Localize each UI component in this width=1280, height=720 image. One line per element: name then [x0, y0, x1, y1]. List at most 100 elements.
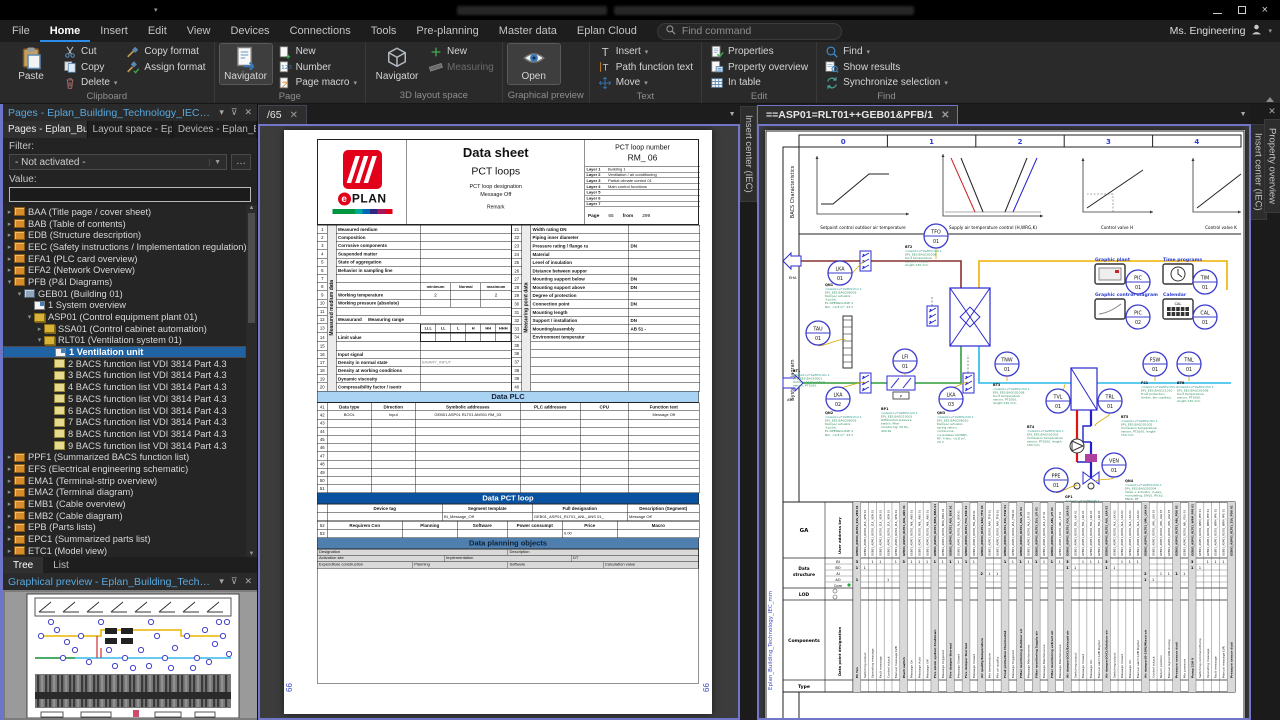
tree-item[interactable]: ▸EFA2 (Network Overview)	[3, 264, 246, 276]
tree-item[interactable]: ▾RLT01 (Ventilation system 01)	[3, 335, 246, 347]
user-account[interactable]: Ms. Engineering ▾	[1170, 20, 1280, 42]
tree-item[interactable]: ▸EMB1 (Cable overview)	[3, 498, 246, 510]
tree-item[interactable]: ▸EPB (Parts lists)	[3, 522, 246, 534]
ribbon-tab-connections[interactable]: Connections	[280, 20, 361, 42]
expanded-icon[interactable]: ▾	[35, 336, 44, 344]
pin-icon[interactable]: ⊽	[231, 107, 238, 118]
tree-item[interactable]: ▸SSA01 (Control cabinet automation)	[3, 323, 246, 335]
pages-panel-header[interactable]: Pages - Eplan_Building_Technology_IEC_mm…	[3, 104, 257, 121]
paste-button[interactable]: Paste	[5, 44, 57, 84]
in-table-button[interactable]: In table	[707, 75, 811, 91]
find-button[interactable]: Find▾	[822, 44, 951, 60]
path-function-text-button[interactable]: TPath function text	[595, 60, 696, 76]
tree-item[interactable]: ▸BAB (Table of contents)	[3, 218, 246, 230]
property-overview-button[interactable]: Property overview	[707, 60, 811, 76]
collapsed-icon[interactable]: ▸	[5, 547, 14, 555]
filter-more-button[interactable]: …	[231, 154, 251, 170]
tree-item[interactable]: ▸ETC1 (Model view)	[3, 545, 246, 557]
move-button[interactable]: Move▾	[595, 75, 696, 91]
collapsed-icon[interactable]: ▸	[5, 220, 14, 228]
copy-format-button[interactable]: Copy format	[123, 44, 208, 60]
bacs-circle[interactable]: TFO01	[924, 224, 948, 248]
bacs-circle[interactable]: LKA02	[826, 387, 850, 411]
bacs-circle[interactable]: PIC02	[1126, 305, 1150, 329]
tree-item[interactable]: ▸EMB2 (Cable diagram)	[3, 510, 246, 522]
ribbon-tab-eplan-cloud[interactable]: Eplan Cloud	[567, 20, 647, 42]
collapsed-icon[interactable]: ▸	[5, 255, 14, 263]
ribbon-tab-edit[interactable]: Edit	[138, 20, 177, 42]
collapsed-icon[interactable]: ▸	[5, 208, 14, 216]
open-doc-icon[interactable]	[27, 3, 42, 18]
show-results-button[interactable]: Show results	[822, 60, 951, 76]
tree-scrollbar[interactable]: ▲ ▼	[246, 205, 257, 557]
collapsed-icon[interactable]: ▸	[5, 453, 14, 461]
tab-tree[interactable]: Tree	[3, 557, 43, 573]
expanded-icon[interactable]: ▾	[25, 313, 34, 321]
tab-pages[interactable]: Pages - Eplan_Buildin...	[3, 121, 88, 138]
tree-item[interactable]: ▸PPF1 (Summarized BACS function list)	[3, 451, 246, 463]
collapsed-icon[interactable]: ▸	[5, 488, 14, 496]
diagram-viewport[interactable]: Eplan_Building_Technology_IEC_mm01234BAC…	[757, 124, 1251, 720]
tree-item[interactable]: ▾GEB01 (Building 01)	[3, 288, 246, 300]
tab-layout-space[interactable]: Layout space - Eplan_...	[88, 121, 173, 138]
tree-item[interactable]: 1 System overview	[3, 300, 246, 312]
tree-item[interactable]: ▸BAA (Title page / cover sheet)	[3, 206, 246, 218]
scrollbar-thumb[interactable]	[248, 213, 255, 323]
bacs-circle[interactable]: LKA01	[828, 261, 852, 285]
value-input[interactable]	[9, 187, 251, 202]
diagram-doc-tab[interactable]: ==ASP01=RLT01++GEB01&PFB/1 ✕	[757, 105, 958, 124]
copy-button[interactable]: Copy	[60, 60, 120, 76]
tree-item[interactable]: ▸EDB (Structure description)	[3, 229, 246, 241]
redo-icon[interactable]	[111, 3, 126, 18]
cut-button[interactable]: Cut	[60, 44, 120, 60]
tree-item[interactable]: ▸EFS (Electrical engineering schematic)	[3, 463, 246, 475]
delete-button[interactable]: Delete▾	[60, 75, 120, 91]
navigator-button[interactable]: Navigator	[220, 44, 272, 84]
tree-item[interactable]: ▾PFB (P&I Diagrams)	[3, 276, 246, 288]
collapsed-icon[interactable]: ▸	[5, 523, 14, 531]
ribbon-tab-insert[interactable]: Insert	[90, 20, 138, 42]
close-icon[interactable]: ✕	[941, 110, 949, 121]
bacs-circle[interactable]: FSW01	[1143, 352, 1167, 376]
bacs-circle[interactable]: VEN01	[1102, 453, 1126, 477]
pin-icon[interactable]: ⊽	[231, 576, 238, 587]
datasheet-doc-tab[interactable]: /65 ✕	[258, 105, 307, 124]
tree-item[interactable]: 7 BACS function list VDI 3814 Part 4.3	[3, 416, 246, 428]
bacs-circle[interactable]: TNL01	[1177, 352, 1201, 376]
close-icon[interactable]: ✕	[244, 107, 252, 118]
tree-item[interactable]: ▸EEC (Safety instructions / Implementati…	[3, 241, 246, 253]
tab-devices[interactable]: Devices - Eplan_Build...	[173, 121, 257, 138]
expanded-icon[interactable]: ▾	[5, 278, 14, 286]
minimize-button[interactable]	[1213, 7, 1222, 14]
navigator-button[interactable]: Navigator	[371, 44, 423, 84]
close-icon[interactable]: ✕	[290, 110, 298, 121]
bacs-circle[interactable]: TVL01	[1046, 389, 1070, 413]
number-button[interactable]: 123Number	[275, 60, 360, 76]
bacs-circle[interactable]: PIC01	[1126, 270, 1150, 294]
form-edit-icon[interactable]	[132, 3, 147, 18]
filter-select[interactable]: - Not activated - ▼	[9, 154, 227, 170]
ribbon-tab-tools[interactable]: Tools	[361, 20, 407, 42]
property-overview-tab[interactable]: Property overview	[1264, 119, 1280, 213]
tree-item[interactable]: 4 BACS function list VDI 3814 Part 4.3	[3, 381, 246, 393]
new-button[interactable]: New	[275, 44, 360, 60]
window-menu-icon[interactable]: ▼	[1235, 111, 1251, 118]
ribbon-tab-home[interactable]: Home	[40, 20, 91, 42]
ribbon-tab-view[interactable]: View	[177, 20, 221, 42]
collapsed-icon[interactable]: ▸	[5, 512, 14, 520]
collapsed-icon[interactable]: ▸	[5, 266, 14, 274]
collapsed-icon[interactable]: ▸	[5, 465, 14, 473]
tree-item[interactable]: 2 BACS function list VDI 3814 Part 4.3	[3, 358, 246, 370]
bacs-circle[interactable]: CAL01	[1193, 305, 1217, 329]
measuring-button[interactable]: Measuring	[426, 60, 497, 76]
close-icon[interactable]: ✕	[244, 576, 252, 587]
page-macro-button[interactable]: Page macro▾	[275, 75, 360, 91]
tree-item[interactable]: ▸EMA2 (Terminal diagram)	[3, 487, 246, 499]
collapsed-icon[interactable]: ▸	[5, 535, 14, 543]
tree-item[interactable]: 3 BACS function list VDI 3814 Part 4.3	[3, 370, 246, 382]
bacs-circle[interactable]: PPE01	[1044, 468, 1068, 492]
chevron-down-icon[interactable]: ▾	[219, 107, 224, 118]
chevron-down-icon[interactable]: ▾	[219, 576, 224, 587]
collapsed-icon[interactable]: ▸	[5, 477, 14, 485]
new-doc-icon[interactable]	[6, 3, 21, 18]
